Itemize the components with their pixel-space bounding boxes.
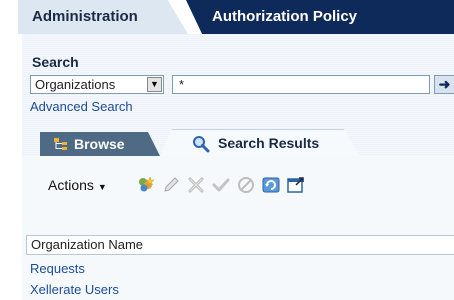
detach-icon[interactable] [286,175,306,195]
tab-browse[interactable]: Browse [40,132,160,156]
create-org-icon[interactable] [136,175,156,195]
search-input[interactable]: * [172,75,430,94]
search-section-label: Search [32,54,79,70]
arrow-right-icon: ➜ [438,76,451,92]
refresh-icon[interactable] [261,175,281,195]
advanced-search-link[interactable]: Advanced Search [30,99,133,114]
column-header-organization-name[interactable]: Organization Name [26,235,454,255]
magnifier-icon [193,136,210,153]
edit-icon[interactable] [161,175,181,195]
org-tree-icon [54,138,67,150]
table-row[interactable]: Xellerate Users [30,282,119,297]
search-type-selected-value: Organizations [35,77,116,92]
chevron-down-icon[interactable]: ▼ [147,77,162,92]
tab-browse-label: Browse [74,136,125,152]
actions-label: Actions [48,177,94,193]
tab-administration[interactable]: Administration [18,0,188,34]
caret-down-icon: ▼ [97,182,107,192]
disable-icon[interactable] [236,175,256,195]
tab-authorization-policy[interactable]: Authorization Policy [186,0,454,34]
search-query-value: * [179,77,185,92]
delete-icon[interactable] [186,175,206,195]
table-row[interactable]: Requests [30,261,85,276]
search-type-select[interactable]: Organizations ▼ [30,75,164,94]
enable-icon[interactable] [211,175,231,195]
top-tab-bar: Administration Authorization Policy [0,0,454,34]
actions-menu[interactable]: Actions ▼ [48,174,107,198]
search-go-button[interactable]: ➜ [434,75,454,94]
tab-search-results[interactable]: Search Results [160,129,360,156]
tab-search-results-label: Search Results [218,135,320,151]
